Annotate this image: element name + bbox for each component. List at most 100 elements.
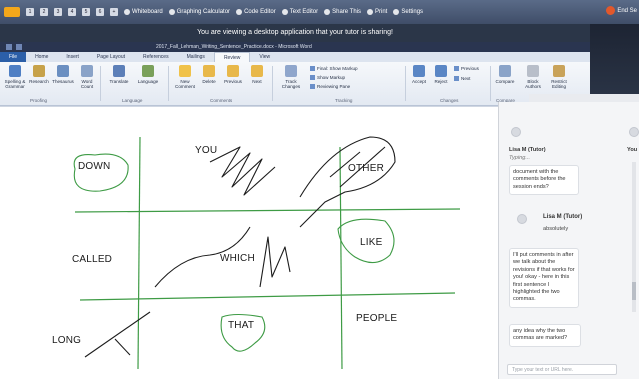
word-other: OTHER — [348, 163, 384, 174]
add-page-button[interactable]: + — [110, 8, 118, 16]
word-down: DOWN — [78, 161, 111, 172]
tab-review[interactable]: Review — [213, 52, 251, 62]
text-editor-tool[interactable]: Text Editor — [281, 9, 318, 15]
reject-icon — [435, 65, 447, 77]
tab-references[interactable]: References — [134, 52, 178, 62]
print-label: Print — [375, 9, 388, 15]
tab-view[interactable]: View — [250, 52, 279, 62]
scrollbar-thumb[interactable] — [632, 282, 636, 300]
word-that: THAT — [228, 320, 255, 331]
word-count-button[interactable]: Word Count — [76, 65, 98, 89]
page-tab-6[interactable]: 6 — [96, 8, 104, 16]
print-icon — [367, 9, 374, 15]
print-tool[interactable]: Print — [367, 9, 387, 15]
whiteboard-tool[interactable]: Whiteboard — [124, 9, 163, 15]
previous-change-button[interactable]: Previous — [454, 66, 479, 71]
tab-home[interactable]: Home — [26, 52, 57, 62]
ribbon-separator — [272, 66, 273, 101]
app-logo — [4, 7, 20, 17]
next-change-icon — [454, 76, 459, 81]
page-tab-3[interactable]: 3 — [54, 8, 62, 16]
circle-down — [73, 153, 129, 192]
code-editor-tool[interactable]: Code Editor — [236, 9, 276, 15]
word-you: YOU — [195, 145, 218, 156]
tab-page-layout[interactable]: Page Layout — [88, 52, 134, 62]
next-comment-icon — [251, 65, 263, 77]
previous-comment-button[interactable]: Previous — [222, 65, 244, 84]
restrict-editing-icon — [553, 65, 565, 77]
ribbon-separator — [405, 66, 406, 101]
word-long: LONG — [52, 335, 82, 346]
language-button[interactable]: Language — [134, 65, 162, 84]
chat-scrollbar[interactable] — [632, 162, 636, 312]
previous-label: Previous — [224, 79, 242, 84]
grid-line — [74, 208, 461, 213]
reviewing-pane-icon — [310, 84, 315, 89]
reviewing-pane-button[interactable]: Reviewing Pane — [310, 84, 350, 89]
group-comments: Comments — [210, 98, 233, 103]
language-label: Language — [137, 79, 159, 84]
new-comment-button[interactable]: New Comment — [174, 65, 196, 89]
show-markup-button[interactable]: Show Markup — [310, 75, 345, 80]
tab-mailings[interactable]: Mailings — [178, 52, 214, 62]
block-authors-label: Block Authors — [525, 79, 541, 89]
accept-icon — [413, 65, 425, 77]
block-authors-button[interactable]: Block Authors — [522, 65, 544, 89]
delete-label: Delete — [202, 79, 216, 84]
page-tab-5[interactable]: 5 — [82, 8, 90, 16]
tab-insert[interactable]: Insert — [57, 52, 88, 62]
previous-change-icon — [454, 66, 459, 71]
next-change-button[interactable]: Next — [454, 76, 470, 81]
tutor-name: Lisa M (Tutor) — [543, 214, 583, 220]
settings-tool[interactable]: Settings — [393, 9, 423, 15]
track-changes-button[interactable]: Track Changes — [278, 65, 304, 89]
page-tab-2[interactable]: 2 — [40, 8, 48, 16]
display-for-review-select[interactable]: Final: Show Markup — [310, 66, 358, 71]
compare-icon — [499, 65, 511, 77]
whiteboard-label: Whiteboard — [132, 9, 163, 15]
settings-label: Settings — [401, 9, 424, 15]
translate-button[interactable]: Translate — [104, 65, 134, 84]
tutor-reply: absolutely — [543, 226, 569, 232]
graphing-calculator-tool[interactable]: Graphing Calculator — [168, 9, 230, 15]
page-tab-1[interactable]: 1 — [26, 8, 34, 16]
word-which: WHICH — [220, 253, 255, 264]
screen-share-banner: You are viewing a desktop application th… — [0, 24, 590, 42]
book-icon — [33, 65, 45, 77]
you-label: You — [627, 147, 638, 153]
tab-file[interactable]: File — [0, 52, 27, 62]
calculator-icon — [168, 9, 175, 15]
next-label: Next — [252, 79, 262, 84]
abc-check-icon — [9, 65, 21, 77]
end-session-button[interactable]: End Se — [606, 6, 637, 15]
research-label: Research — [29, 79, 49, 84]
compare-label: Compare — [495, 79, 515, 84]
delete-comment-button[interactable]: Delete — [198, 65, 220, 84]
compare-button[interactable]: Compare — [494, 65, 516, 84]
reject-button[interactable]: Reject — [430, 65, 452, 84]
group-changes: Changes — [440, 98, 459, 103]
scribble-other — [299, 136, 396, 228]
save-icon[interactable] — [6, 44, 12, 50]
whiteboard-icon — [124, 9, 130, 15]
page-tab-4[interactable]: 4 — [68, 8, 76, 16]
restrict-editing-button[interactable]: Restrict Editing — [548, 65, 570, 89]
scribble-you — [209, 146, 276, 196]
chat-message: document with the comments before the se… — [509, 165, 579, 196]
spelling-grammar-button[interactable]: Spelling & Grammar — [4, 65, 26, 89]
word-called: CALLED — [72, 254, 113, 265]
undo-icon[interactable] — [16, 44, 22, 50]
thesaurus-button[interactable]: Thesaurus — [52, 65, 74, 84]
delete-comment-icon — [203, 65, 215, 77]
accept-button[interactable]: Accept — [408, 65, 430, 84]
student-avatar — [629, 127, 639, 137]
research-button[interactable]: Research — [28, 65, 50, 84]
chat-input[interactable]: Type your text or URL here. — [507, 364, 617, 375]
new-comment-label: New Comment — [175, 79, 195, 89]
next-comment-button[interactable]: Next — [246, 65, 268, 84]
share-this-tool[interactable]: Share This — [324, 9, 361, 15]
grid-line — [79, 292, 456, 301]
ribbon-separator — [490, 66, 491, 101]
spelling-label: Spelling & Grammar — [4, 79, 26, 89]
side-panel-header — [590, 24, 639, 102]
